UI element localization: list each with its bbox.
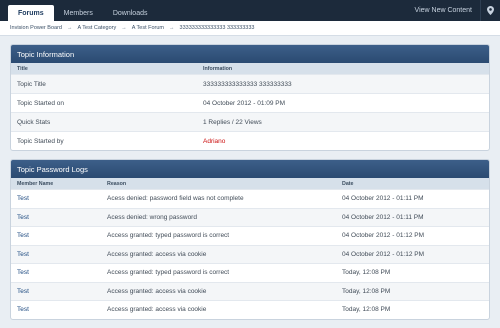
member-link[interactable]: Test — [11, 251, 107, 258]
log-reason: Access granted: typed password is correc… — [107, 269, 230, 277]
log-reason: Acess denied: password field was not com… — [107, 195, 244, 203]
main-content: Topic Information Title Information Topi… — [0, 36, 500, 320]
log-date: 04 October 2012 - 01:12 PM — [342, 250, 425, 258]
breadcrumb-separator: → — [169, 25, 175, 31]
log-date: Today, 12:08 PM — [342, 306, 391, 314]
topic-password-logs-panel: Topic Password Logs Member Name Reason D… — [10, 159, 490, 320]
table-row: Test Access granted: typed password is c… — [11, 263, 489, 282]
table-row: Topic Started by Adriano — [11, 131, 489, 150]
table-header: Title Information — [11, 63, 489, 74]
log-date: 04 October 2012 - 01:11 PM — [342, 213, 424, 221]
log-reason: Access granted: typed password is correc… — [107, 232, 230, 240]
log-reason: Access granted: access via cookie — [107, 306, 207, 314]
log-reason: Access granted: access via cookie — [107, 287, 207, 295]
breadcrumb-item-category[interactable]: A Test Category — [77, 25, 116, 31]
member-link[interactable]: Test — [11, 306, 107, 313]
table-row: Topic Title 333333333333333 333333333 — [11, 74, 489, 93]
column-header-member-name: Member Name — [17, 180, 54, 187]
column-header-information: Information — [203, 65, 233, 72]
log-reason: Access granted: access via cookie — [107, 250, 207, 258]
panel-title: Topic Information — [11, 45, 489, 63]
row-value: 1 Replies / 22 Views — [203, 118, 262, 126]
member-link[interactable]: Test — [11, 232, 107, 239]
table-row: Test Acess denied: wrong password 04 Oct… — [11, 207, 489, 226]
member-link[interactable]: Test — [11, 214, 107, 221]
log-date: Today, 12:08 PM — [342, 269, 391, 277]
row-value: 333333333333333 333333333 — [203, 80, 292, 88]
column-header-title: Title — [17, 65, 28, 72]
row-label: Topic Title — [17, 80, 46, 88]
password-log-rows: Test Acess denied: password field was no… — [11, 189, 489, 319]
tab-members[interactable]: Members — [54, 5, 103, 21]
row-value: 04 October 2012 - 01:09 PM — [203, 99, 286, 107]
breadcrumb-item-board[interactable]: Invision Power Board — [10, 25, 62, 31]
map-pin-icon[interactable] — [480, 0, 500, 21]
topic-information-panel: Topic Information Title Information Topi… — [10, 44, 490, 151]
breadcrumb: Invision Power Board → A Test Category →… — [0, 21, 500, 36]
row-label: Topic Started by — [17, 137, 64, 145]
member-link[interactable]: Test — [11, 195, 107, 202]
breadcrumb-item-forum[interactable]: A Test Forum — [132, 25, 164, 31]
row-label: Quick Stats — [17, 118, 51, 126]
member-link[interactable]: Test — [11, 269, 107, 276]
log-date: 04 October 2012 - 01:11 PM — [342, 195, 424, 203]
panel-title: Topic Password Logs — [11, 160, 489, 178]
log-reason: Acess denied: wrong password — [107, 213, 197, 221]
view-new-content-link[interactable]: View New Content — [407, 0, 480, 21]
column-header-date: Date — [342, 180, 354, 187]
member-link[interactable]: Test — [11, 288, 107, 295]
breadcrumb-separator: → — [121, 25, 127, 31]
table-row: Test Access granted: access via cookie T… — [11, 300, 489, 319]
tab-downloads[interactable]: Downloads — [103, 5, 158, 21]
log-date: 04 October 2012 - 01:12 PM — [342, 232, 425, 240]
breadcrumb-item-topic[interactable]: 333333333333333 333333333 — [180, 25, 255, 31]
table-header: Member Name Reason Date — [11, 178, 489, 189]
table-row: Test Acess denied: password field was no… — [11, 189, 489, 208]
topic-info-rows: Topic Title 333333333333333 333333333 To… — [11, 74, 489, 150]
log-date: Today, 12:08 PM — [342, 287, 391, 295]
nav-right-group: View New Content — [407, 0, 500, 21]
row-label: Topic Started on — [17, 99, 64, 107]
table-row: Test Access granted: access via cookie 0… — [11, 244, 489, 263]
column-header-reason: Reason — [107, 180, 127, 187]
table-row: Quick Stats 1 Replies / 22 Views — [11, 112, 489, 131]
table-row: Topic Started on 04 October 2012 - 01:09… — [11, 93, 489, 112]
top-navigation-bar: Forums Members Downloads View New Conten… — [0, 0, 500, 21]
table-row: Test Access granted: typed password is c… — [11, 226, 489, 245]
breadcrumb-separator: → — [66, 25, 73, 31]
tab-forums[interactable]: Forums — [8, 5, 54, 21]
table-row: Test Access granted: access via cookie T… — [11, 281, 489, 300]
topic-starter-link[interactable]: Adriano — [203, 138, 489, 145]
